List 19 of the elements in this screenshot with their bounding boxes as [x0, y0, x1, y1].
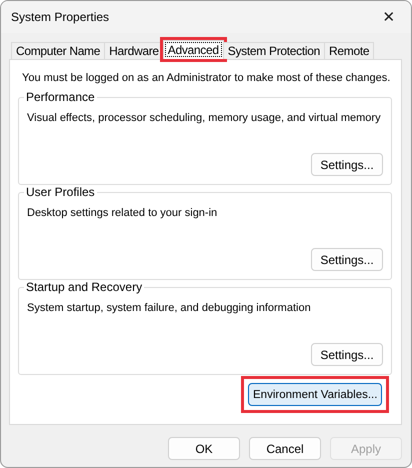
- group-title: Performance: [24, 90, 97, 104]
- window-title: System Properties: [11, 10, 110, 24]
- group-description: System startup, system failure, and debugging information: [27, 302, 312, 314]
- settings-button[interactable]: Settings...: [311, 153, 383, 176]
- dialog-button[interactable]: OK: [168, 437, 240, 460]
- group-title: User Profiles: [24, 185, 97, 199]
- notice-text: You must be logged on as an Administrator to make most of these changes.: [21, 71, 392, 86]
- tab[interactable]: Advanced: [162, 40, 224, 59]
- dialog-button[interactable]: Cancel: [249, 437, 321, 460]
- tab[interactable]: Computer Name: [11, 42, 106, 59]
- close-button[interactable]: ✕: [367, 1, 411, 33]
- group-description: Desktop settings related to your sign-in: [27, 207, 218, 219]
- tab[interactable]: Remote: [324, 42, 374, 59]
- group-description: Visual effects, processor scheduling, memory usage, and virtual memory: [27, 112, 382, 124]
- group-title: Startup and Recovery: [24, 280, 144, 294]
- settings-button[interactable]: Settings...: [311, 248, 383, 271]
- environment-variables-button[interactable]: Environment Variables...: [248, 383, 382, 406]
- settings-button[interactable]: Settings...: [311, 343, 383, 366]
- tab[interactable]: System Protection: [222, 42, 326, 59]
